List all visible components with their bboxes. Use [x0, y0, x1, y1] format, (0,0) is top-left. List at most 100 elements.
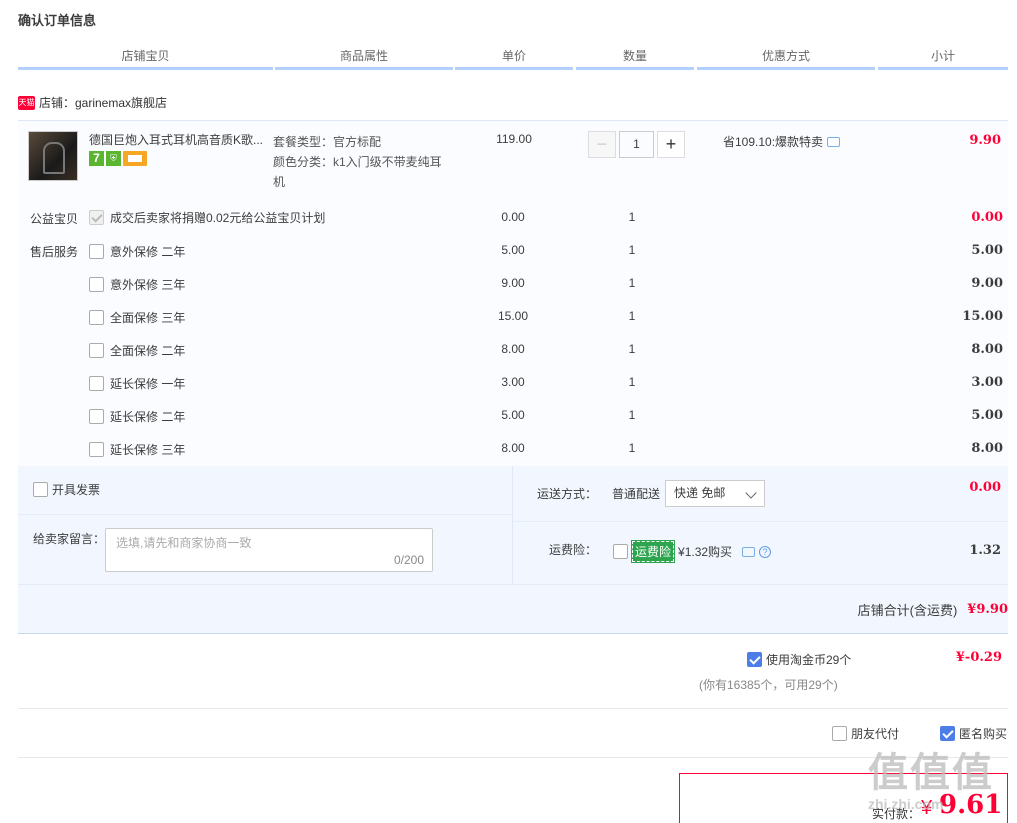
- attr-package: 套餐类型：官方标配: [273, 135, 382, 149]
- product-name[interactable]: 德国巨炮入耳式耳机高音质K歌...: [89, 131, 269, 148]
- anonymous-checkbox[interactable]: [940, 726, 955, 741]
- insurance-option[interactable]: 运费险 ¥1.32购买 ?: [613, 540, 772, 563]
- attr-color: 颜色分类：k1入门级不带麦纯耳: [273, 155, 442, 169]
- qty-plus-button[interactable]: +: [657, 131, 685, 158]
- message-char-count: 0/200: [393, 553, 424, 567]
- charity-price: 0.00: [501, 210, 525, 224]
- header-price: 单价: [455, 46, 573, 70]
- charity-checkbox: [89, 210, 104, 225]
- credit-card-icon: [123, 151, 147, 166]
- divider: [18, 584, 1008, 585]
- charity-row: 成交后卖家将捐赠0.02元给公益宝贝计划: [89, 209, 325, 226]
- service-checkbox[interactable]: [89, 244, 104, 259]
- service-subtotal: 5.00: [971, 408, 1003, 423]
- service-checkbox[interactable]: [89, 376, 104, 391]
- service-checkbox[interactable]: [89, 343, 104, 358]
- service-price: 8.00: [501, 441, 525, 455]
- quantity-stepper: − 1 +: [588, 131, 685, 158]
- invoice-checkbox[interactable]: [33, 482, 48, 497]
- seller-message-input[interactable]: 选填,请先和商家协商一致 0/200: [105, 528, 433, 572]
- service-checkbox[interactable]: [89, 409, 104, 424]
- page-title: 确认订单信息: [18, 13, 97, 28]
- service-price: 9.00: [501, 276, 525, 290]
- invoice-option[interactable]: 开具发票: [33, 481, 100, 498]
- promo-text: 省109.10:爆款特卖: [723, 135, 824, 149]
- service-qty: 1: [628, 441, 636, 455]
- service-subtotal: 5.00: [971, 243, 1003, 258]
- watermark-logo: 值值值: [868, 751, 994, 795]
- service-checkbox[interactable]: [89, 442, 104, 457]
- divider: [512, 521, 1008, 522]
- service-row[interactable]: 意外保修 二年: [89, 243, 185, 260]
- service-name: 延长保修 一年: [110, 377, 186, 391]
- product-badges: 7 ⛨: [89, 151, 147, 166]
- coins-label: 使用淘金币29个: [766, 653, 852, 667]
- service-name: 延长保修 二年: [110, 410, 186, 424]
- service-qty: 1: [628, 243, 636, 257]
- attr-color-cont: 机: [273, 175, 286, 189]
- service-subtotal: 3.00: [971, 375, 1003, 390]
- divider: [18, 708, 1008, 709]
- watermark-url: zhi.zhi.com: [868, 796, 944, 812]
- coins-checkbox[interactable]: [747, 652, 762, 667]
- tmall-icon: 天猫: [18, 95, 35, 110]
- coins-value: ¥-0.29: [955, 650, 1002, 665]
- service-price: 15.00: [497, 309, 529, 323]
- header-item: 店铺宝贝: [18, 46, 273, 70]
- divider: [18, 757, 1008, 758]
- charity-text: 成交后卖家将捐赠0.02元给公益宝贝计划: [110, 211, 326, 225]
- service-checkbox[interactable]: [89, 277, 104, 292]
- service-row[interactable]: 全面保修 二年: [89, 342, 185, 359]
- chat-icon[interactable]: [827, 136, 841, 147]
- service-qty: 1: [628, 309, 636, 323]
- service-qty: 1: [628, 342, 636, 356]
- invoice-label: 开具发票: [52, 483, 101, 497]
- service-qty: 1: [628, 375, 636, 389]
- divider: [18, 514, 512, 515]
- service-checkbox[interactable]: [89, 310, 104, 325]
- item-price: 119.00: [496, 132, 532, 146]
- chevron-down-icon: [745, 487, 757, 499]
- service-qty: 1: [628, 276, 636, 290]
- guarantee-icon: ⛨: [106, 151, 121, 166]
- service-row[interactable]: 延长保修 三年: [89, 441, 185, 458]
- qty-input[interactable]: 1: [619, 131, 654, 158]
- seven-day-return-icon: 7: [89, 151, 104, 166]
- coins-note: (你有16385个，可用29个): [699, 678, 838, 692]
- header-promo: 优惠方式: [697, 46, 875, 70]
- service-row[interactable]: 延长保修 二年: [89, 408, 185, 425]
- insurance-checkbox[interactable]: [613, 544, 628, 559]
- qty-minus-button[interactable]: −: [588, 131, 616, 158]
- chat-icon[interactable]: [742, 546, 756, 557]
- service-subtotal: 8.00: [971, 342, 1003, 357]
- product-attributes: 套餐类型：官方标配 颜色分类：k1入门级不带麦纯耳 机: [273, 132, 453, 192]
- help-icon[interactable]: ?: [759, 545, 772, 558]
- service-name: 延长保修 三年: [110, 443, 186, 457]
- header-subtotal: 小计: [878, 46, 1008, 70]
- shop-total: 店铺合计(含运费) ¥9.90: [858, 600, 1008, 619]
- shop-total-value: ¥9.90: [967, 602, 1008, 617]
- service-row[interactable]: 意外保修 三年: [89, 276, 185, 293]
- shop-name[interactable]: 店铺：garinemax旗舰店: [39, 94, 167, 111]
- promo: 省109.10:爆款特卖: [723, 133, 841, 150]
- service-price: 5.00: [501, 408, 525, 422]
- shop-row: 天猫 店铺：garinemax旗舰店: [18, 94, 167, 111]
- insurance-label: 运费险：: [549, 543, 598, 557]
- service-price: 5.00: [501, 243, 525, 257]
- service-row[interactable]: 全面保修 三年: [89, 309, 185, 326]
- coins-option[interactable]: 使用淘金币29个: [747, 651, 851, 668]
- insurance-amount: 1.32: [969, 543, 1001, 558]
- product-thumbnail[interactable]: [28, 131, 78, 181]
- shop-total-label: 店铺合计(含运费): [857, 603, 958, 618]
- shipping-fee: 0.00: [969, 480, 1001, 495]
- service-price: 8.00: [501, 342, 525, 356]
- service-name: 全面保修 二年: [110, 344, 186, 358]
- service-row[interactable]: 延长保修 一年: [89, 375, 185, 392]
- shipping-select[interactable]: 快递 免邮: [665, 480, 765, 507]
- header-attrs: 商品属性: [275, 46, 453, 70]
- aftersale-label: 售后服务: [30, 245, 79, 259]
- insurance-price-text: ¥1.32购买: [678, 545, 733, 559]
- insurance-badge: 运费险: [630, 540, 676, 563]
- friend-pay-checkbox[interactable]: [832, 726, 847, 741]
- shipping-selected: 快递 免邮: [674, 486, 726, 500]
